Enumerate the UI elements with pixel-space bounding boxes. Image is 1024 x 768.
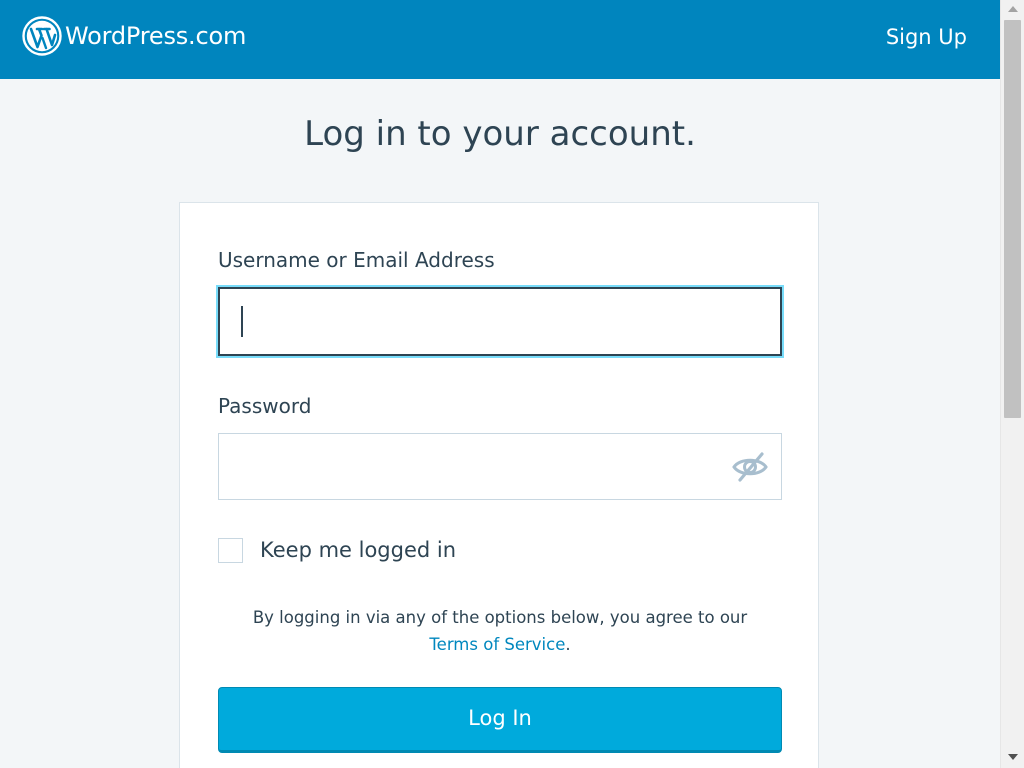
signup-link[interactable]: Sign Up xyxy=(886,25,967,49)
scroll-up-arrow-icon[interactable] xyxy=(1008,6,1018,12)
scroll-down-arrow-icon[interactable] xyxy=(1008,754,1018,760)
text-cursor xyxy=(241,306,243,337)
terms-of-service-link[interactable]: Terms of Service xyxy=(429,635,565,654)
terms-text: By logging in via any of the options bel… xyxy=(252,608,748,627)
remember-checkbox[interactable] xyxy=(218,538,243,563)
terms-period: . xyxy=(565,635,571,654)
eye-hidden-icon[interactable] xyxy=(731,450,769,484)
vertical-scrollbar[interactable] xyxy=(1000,0,1024,768)
login-button[interactable]: Log In xyxy=(218,687,782,753)
wordpress-home-link[interactable]: WordPress.com xyxy=(22,16,246,56)
scroll-thumb[interactable] xyxy=(1004,20,1021,418)
page-title: Log in to your account. xyxy=(304,114,696,154)
brand-name: WordPress.com xyxy=(65,22,247,50)
password-label: Password xyxy=(218,394,312,418)
remember-label[interactable]: Keep me logged in xyxy=(260,538,456,562)
username-input[interactable] xyxy=(218,287,782,356)
masterbar: WordPress.com Sign Up xyxy=(0,0,1000,79)
username-label: Username or Email Address xyxy=(218,248,495,272)
terms-notice: By logging in via any of the options bel… xyxy=(218,604,782,658)
password-input[interactable] xyxy=(218,433,782,500)
page-viewport: WordPress.com Sign Up Log in to your acc… xyxy=(0,0,1000,768)
wordpress-logo-icon xyxy=(22,16,62,56)
